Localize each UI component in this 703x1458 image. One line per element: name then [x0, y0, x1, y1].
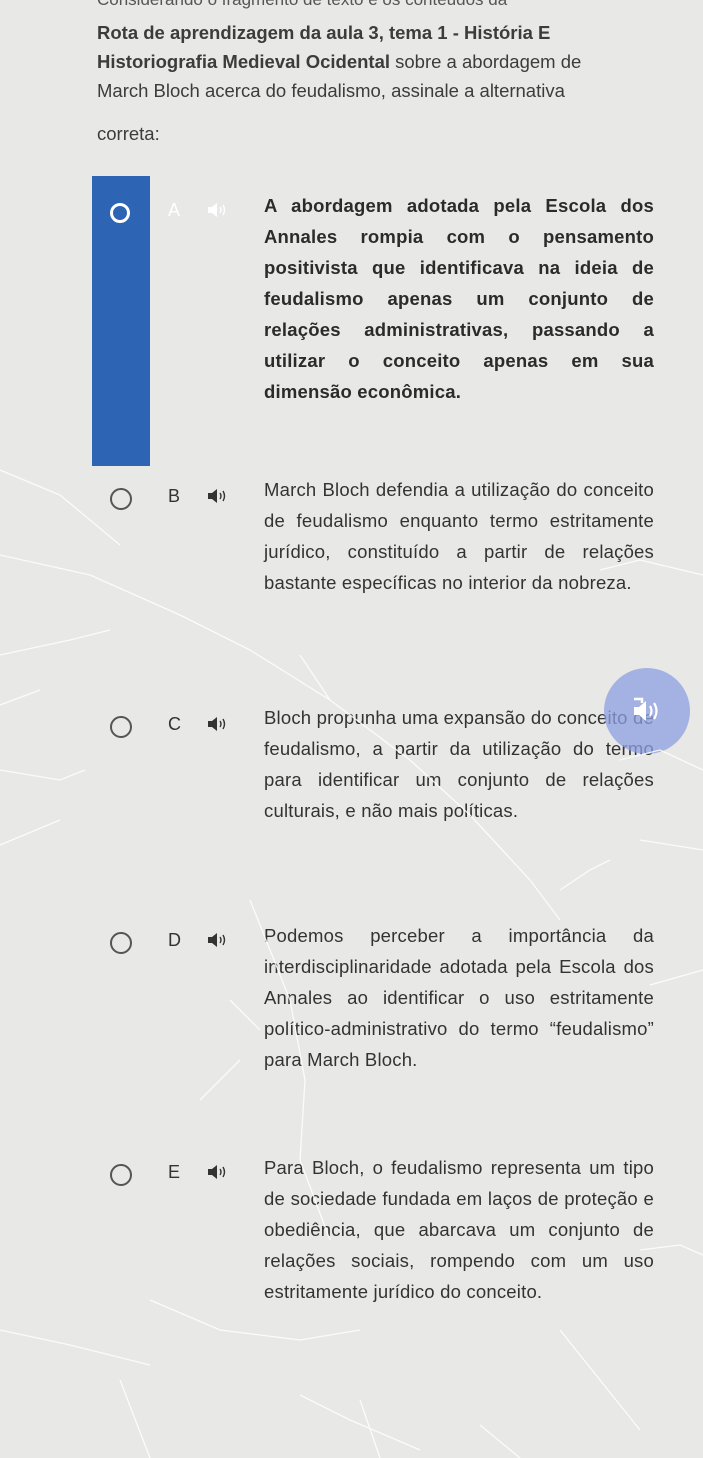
- radio-button-c[interactable]: [110, 716, 132, 738]
- option-b[interactable]: B March Bloch defendia a utilização do c…: [0, 472, 703, 732]
- question-line-3: March Bloch acerca do feudalismo, assina…: [97, 80, 565, 101]
- option-letter-e: E: [168, 1162, 181, 1182]
- speaker-icon[interactable]: [207, 1164, 229, 1180]
- option-d[interactable]: D Podemos perceber a importância da inte…: [0, 925, 703, 1190]
- text-to-speech-button[interactable]: [604, 668, 690, 754]
- option-letter-c: C: [168, 714, 181, 734]
- speaker-icon[interactable]: [207, 932, 229, 948]
- question-line-0: Considerando o fragmento de texto e os c…: [97, 0, 677, 10]
- radio-button-a[interactable]: [110, 203, 130, 223]
- option-text-e: Para Bloch, o feudalismo representa um t…: [264, 1157, 654, 1302]
- option-letter-a: A: [168, 200, 181, 220]
- option-letter-b: B: [168, 486, 181, 506]
- question-line-2: Historiografia Medieval Ocidental sobre …: [97, 47, 657, 76]
- text-to-speech-icon: [634, 697, 658, 721]
- speaker-icon[interactable]: [207, 488, 229, 504]
- option-text-d: Podemos perceber a importância da interd…: [264, 925, 654, 1070]
- question-line-1: Rota de aprendizagem da aula 3, tema 1 -…: [97, 22, 551, 43]
- option-text-c: Bloch propunha uma expansão do conceito …: [264, 707, 654, 821]
- option-text-b: March Bloch defendia a utilização do con…: [264, 479, 654, 593]
- question-line-2-rest: sobre a abordagem de: [390, 51, 582, 72]
- question-line-2-bold: Historiografia Medieval Ocidental: [97, 51, 390, 72]
- question-text: Rota de aprendizagem da aula 3, tema 1 -…: [97, 18, 657, 105]
- radio-button-e[interactable]: [110, 1164, 132, 1186]
- option-a[interactable]: A A abordagem adotada pela Escola dos An…: [0, 176, 703, 466]
- speaker-icon[interactable]: [207, 202, 229, 218]
- speaker-icon[interactable]: [207, 716, 229, 732]
- question-line-4: correta:: [97, 123, 160, 144]
- option-text-a: A abordagem adotada pela Escola dos Anna…: [264, 195, 654, 402]
- option-e[interactable]: E Para Bloch, o feudalismo representa um…: [0, 1157, 703, 1420]
- option-letter-d: D: [168, 930, 181, 950]
- radio-button-d[interactable]: [110, 932, 132, 954]
- radio-button-b[interactable]: [110, 488, 132, 510]
